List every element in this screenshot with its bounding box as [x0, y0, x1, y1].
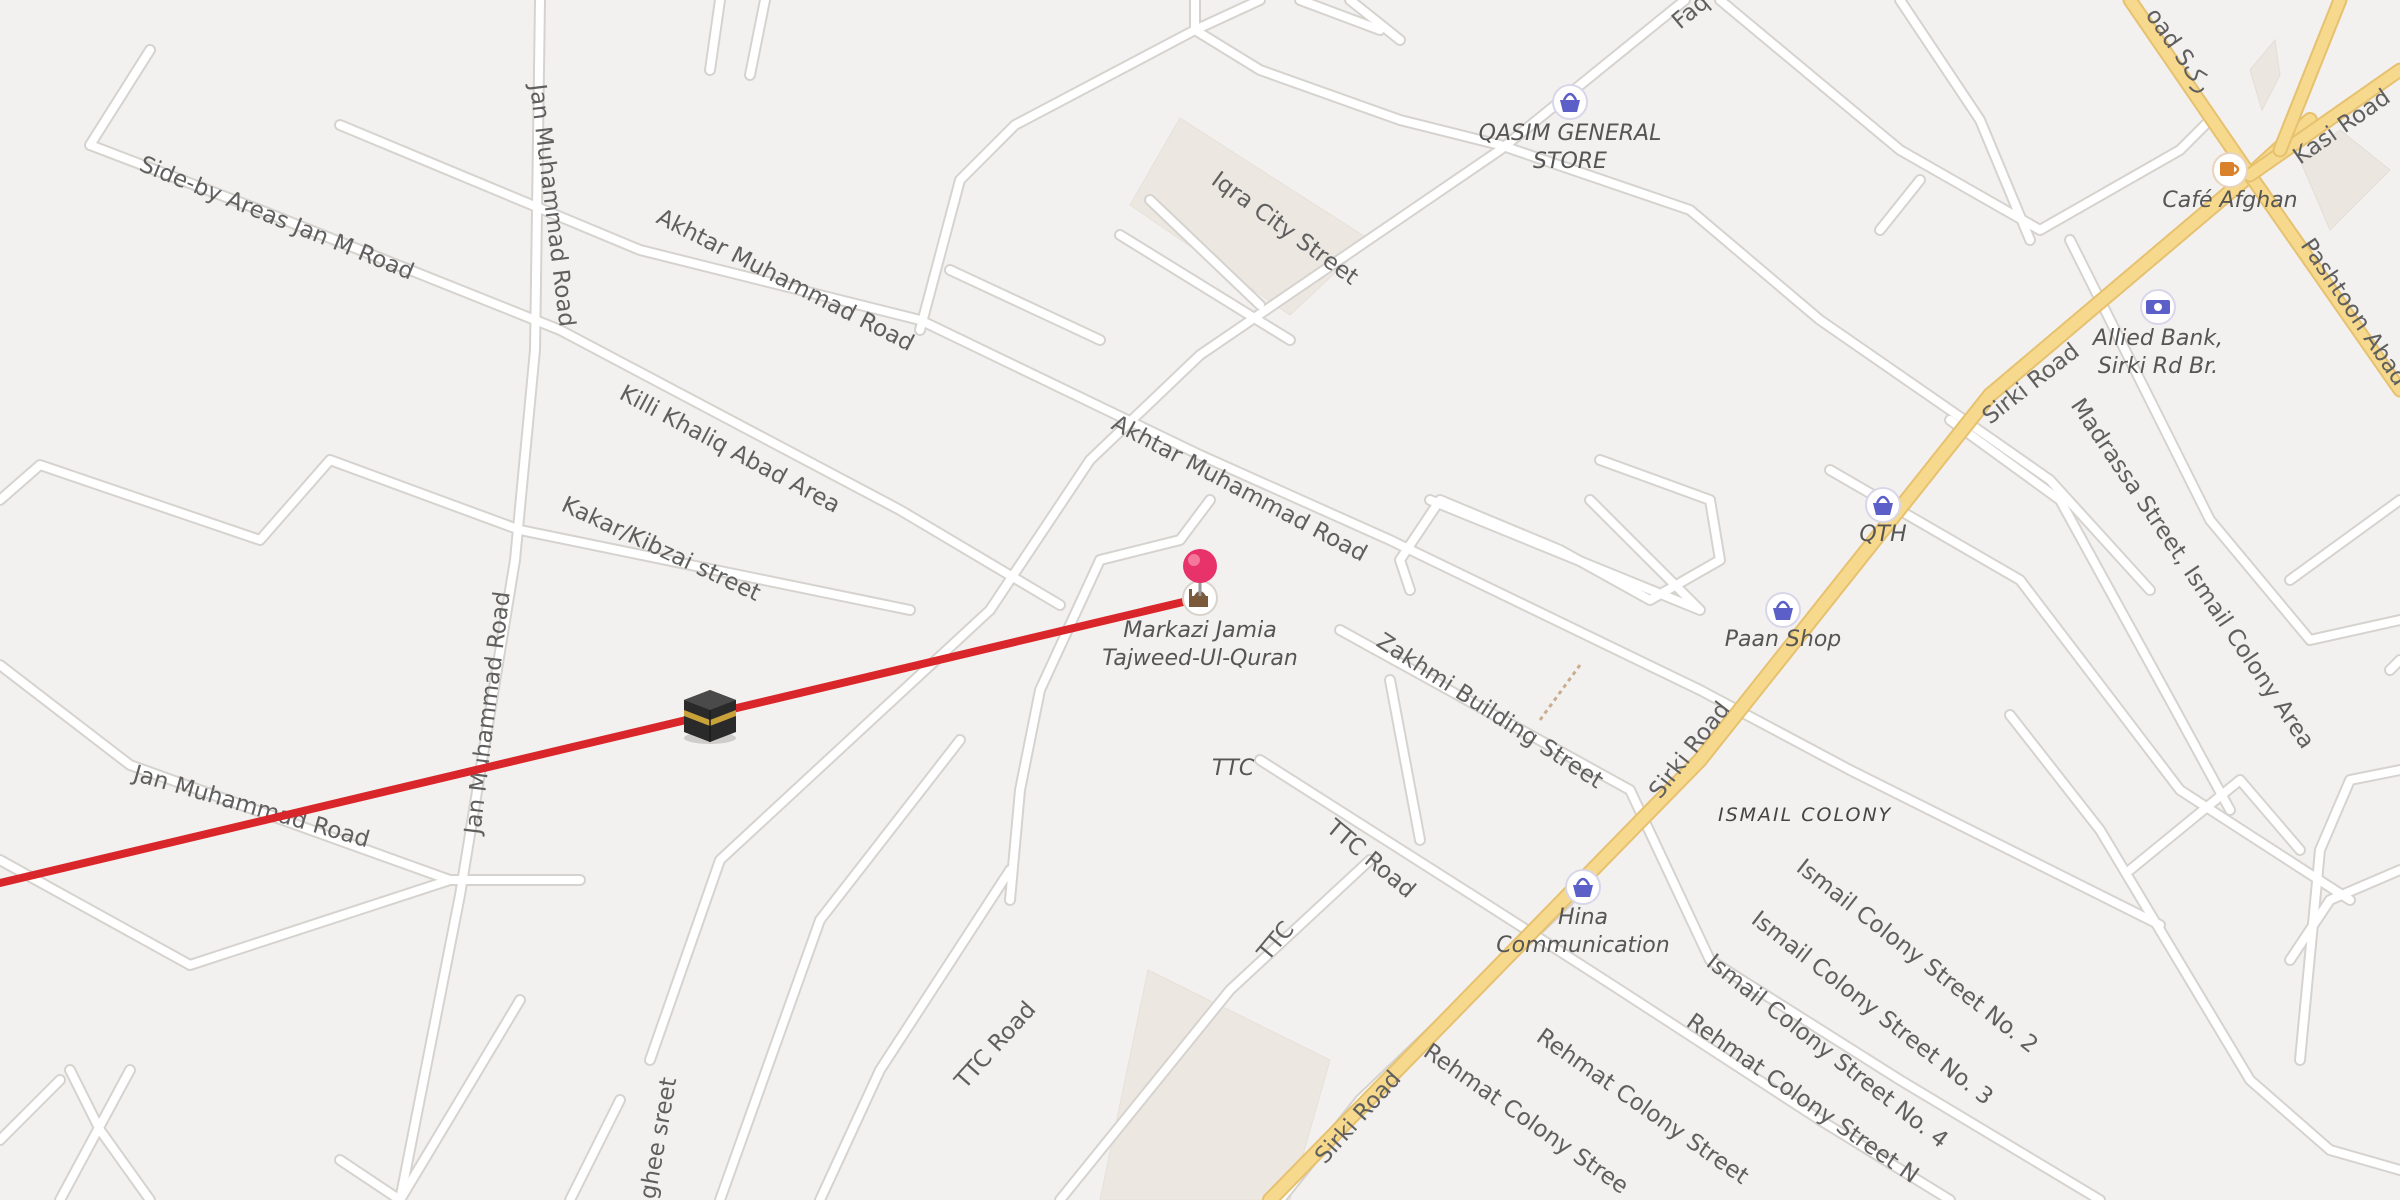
map-canvas[interactable]: Side-by Areas Jan M Road Jan Muhammad Ro…	[0, 0, 2400, 1200]
kaaba-icon[interactable]	[684, 690, 736, 744]
poi-label: STORE	[1533, 149, 1607, 174]
poi-label: Hina	[1558, 905, 1608, 930]
poi-label: Sirki Rd Br.	[2098, 354, 2218, 379]
street-label: TTC	[1212, 756, 1255, 781]
poi-label: Communication	[1496, 933, 1669, 958]
poi-label: Café Afghan	[2162, 188, 2297, 213]
poi-label: Allied Bank,	[2091, 326, 2223, 351]
poi-label: Paan Shop	[1725, 627, 1842, 652]
poi-label: QASIM GENERAL	[1479, 121, 1662, 146]
poi-label: QTH	[1859, 522, 1906, 547]
poi-label: Tajweed-Ul-Quran	[1102, 646, 1298, 671]
bank-note-icon	[2146, 300, 2170, 314]
poi-label: Markazi Jamia	[1123, 618, 1276, 643]
area-label: ISMAIL COLONY	[1718, 804, 1892, 826]
